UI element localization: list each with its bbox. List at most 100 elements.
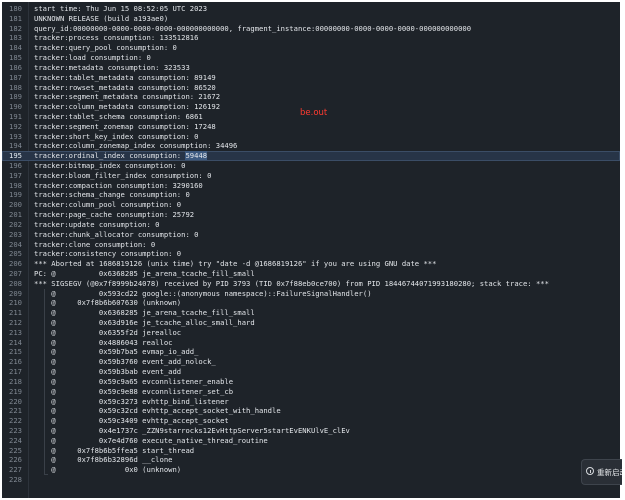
line-text: tracker:clone consumption: 0 bbox=[34, 240, 155, 250]
line-text: tracker:column_pool consumption: 0 bbox=[34, 200, 181, 210]
line-text-content: tracker:process consumption: 133512816 bbox=[34, 33, 199, 43]
code-line[interactable]: 181 UNKNOWN RELEASE (build a193ae0) bbox=[2, 14, 620, 24]
line-text: tracker:process consumption: 133512816 bbox=[34, 33, 198, 43]
line-number: 226 bbox=[9, 455, 22, 465]
code-line[interactable]: 194 tracker:column_zonemap_index consumpt… bbox=[2, 141, 620, 151]
line-text-content: tracker:page_cache consumption: 25792 bbox=[34, 210, 195, 220]
line-number: 218 bbox=[9, 376, 22, 386]
code-line[interactable]: 213 @ 0x6355f2d jerealloc bbox=[2, 328, 620, 338]
selected-text: 59448 bbox=[185, 151, 208, 161]
code-line[interactable]: 207 PC: @ 0x6368285 je_arena_tcache_fill_… bbox=[2, 269, 620, 279]
line-text-content: @ 0x6355f2d jerealloc bbox=[34, 327, 182, 337]
code-line[interactable]: 220 @ 0x59c3273 evhttp_bind_listener bbox=[2, 397, 620, 407]
line-text-content: tracker:bitmap_index consumption: 0 bbox=[34, 161, 186, 170]
code-line[interactable]: 199 tracker:schema_change consumption: 0 bbox=[2, 190, 620, 200]
line-text-content: @ 0x59b7ba5 evmap_io_add_ bbox=[34, 347, 199, 357]
line-text: tracker:metadata consumption: 323533 bbox=[34, 63, 190, 73]
log-editor[interactable]: 180 start time: Thu Jun 15 08:52:05 UTC 2… bbox=[2, 2, 620, 498]
code-line[interactable]: 197 tracker:bloom_filter_index consumptio… bbox=[2, 171, 620, 181]
code-line[interactable]: 227 @ 0x0 (unknown) bbox=[2, 465, 620, 475]
code-line[interactable]: 187 tracker:tablet_metadata consumption: … bbox=[2, 73, 620, 83]
code-line[interactable]: 222 @ 0x59c3409 evhttp_accept_socket bbox=[2, 416, 620, 426]
code-line[interactable]: 203 tracker:chunk_allocator consumption: … bbox=[2, 230, 620, 240]
code-line[interactable]: 180 start time: Thu Jun 15 08:52:05 UTC 2… bbox=[2, 4, 620, 14]
line-text: @ 0x59c9a65 evconnlistener_enable bbox=[34, 377, 233, 387]
line-text-content: UNKNOWN RELEASE (build a193ae0) bbox=[34, 13, 169, 23]
indent-guide-end bbox=[44, 474, 48, 475]
line-text-content: @ 0x59b3bab event_add bbox=[34, 367, 182, 377]
code-line[interactable]: 182 query_id:00000000-0000-0000-0000-0000… bbox=[2, 24, 620, 34]
line-text: tracker:load consumption: 0 bbox=[34, 53, 151, 63]
code-line[interactable]: 186 tracker:metadata consumption: 323533 bbox=[2, 63, 620, 73]
line-number: 201 bbox=[9, 210, 22, 220]
code-line[interactable]: 219 @ 0x59c9e88 evconnlistener_set_cb bbox=[2, 387, 620, 397]
line-text: tracker:tablet_schema consumption: 6861 bbox=[34, 112, 203, 122]
line-text-content: @ 0x6368285 je_arena_tcache_fill_small bbox=[34, 308, 255, 318]
line-text-content: tracker:short_key_index consumption: 0 bbox=[34, 131, 199, 141]
code-line[interactable]: 201 tracker:page_cache consumption: 25792 bbox=[2, 210, 620, 220]
code-line[interactable]: 188 tracker:rowset_metadata consumption: … bbox=[2, 83, 620, 93]
code-line[interactable]: 183 tracker:process consumption: 13351281… bbox=[2, 33, 620, 43]
code-line[interactable]: 214 @ 0x4886043 realloc bbox=[2, 338, 620, 348]
code-line[interactable]: 200 tracker:column_pool consumption: 0 bbox=[2, 200, 620, 210]
code-line[interactable]: 210 @ 0x7f8b6b607630 (unknown) bbox=[2, 298, 620, 308]
line-text-content: @ 0x7f8b6b5ffea5 start_thread bbox=[34, 445, 195, 455]
line-number: 186 bbox=[9, 62, 22, 72]
line-number: 208 bbox=[9, 278, 22, 288]
line-text-content: @ 0x4e1737c _ZZN9starrocks12EvHttpServer… bbox=[34, 425, 350, 435]
code-line[interactable]: 208 *** SIGSEGV (@0x7f8999b24078) receive… bbox=[2, 279, 620, 289]
line-text-content: @ 0x59c3273 evhttp_bind_listener bbox=[34, 396, 229, 406]
code-line[interactable]: 184 tracker:query_pool consumption: 0 bbox=[2, 43, 620, 53]
code-line[interactable]: 216 @ 0x59b3760 event_add_nolock_ bbox=[2, 357, 620, 367]
code-line[interactable]: 202 tracker:update consumption: 0 bbox=[2, 220, 620, 230]
line-number: 219 bbox=[9, 386, 22, 396]
code-line[interactable]: 206 *** Aborted at 1686819126 (unix time)… bbox=[2, 259, 620, 269]
code-line[interactable]: 212 @ 0x63d916e je_tcache_alloc_small_ha… bbox=[2, 318, 620, 328]
line-number: 205 bbox=[9, 249, 22, 259]
line-text-content: tracker:load consumption: 0 bbox=[34, 53, 151, 63]
code-line[interactable]: 209 @ 0x593cd22 google::(anonymous names… bbox=[2, 289, 620, 299]
restart-notification[interactable]: 重新启动 bbox=[581, 459, 622, 485]
code-line[interactable]: 193 tracker:short_key_index consumption: … bbox=[2, 132, 620, 142]
code-line[interactable]: 189 tracker:segment_metadata consumption:… bbox=[2, 92, 620, 102]
code-line[interactable]: 228 bbox=[2, 475, 620, 485]
line-text-content: tracker:clone consumption: 0 bbox=[34, 239, 156, 249]
code-lines: 180 start time: Thu Jun 15 08:52:05 UTC 2… bbox=[2, 4, 620, 485]
code-line[interactable]: 205 tracker:consistency consumption: 0 bbox=[2, 249, 620, 259]
code-line-active[interactable]: 195 tracker:ordinal_index consumption: 59… bbox=[2, 151, 620, 161]
code-line[interactable]: 185 tracker:load consumption: 0 bbox=[2, 53, 620, 63]
code-line[interactable]: 204 tracker:clone consumption: 0 bbox=[2, 240, 620, 250]
line-number: 198 bbox=[9, 180, 22, 190]
code-line[interactable]: 225 @ 0x7f8b6b5ffea5 start_thread bbox=[2, 446, 620, 456]
line-text: @ 0x7f8b6b32896d __clone bbox=[34, 455, 172, 465]
line-text-content: tracker:column_metadata consumption: 126… bbox=[34, 102, 221, 112]
line-text-content: @ 0x59c9a65 evconnlistener_enable bbox=[34, 376, 234, 386]
line-text: tracker:rowset_metadata consumption: 865… bbox=[34, 83, 216, 93]
code-line[interactable]: 211 @ 0x6368285 je_arena_tcache_fill_sma… bbox=[2, 308, 620, 318]
line-text-content: tracker:column_pool consumption: 0 bbox=[34, 200, 182, 210]
code-line[interactable]: 226 @ 0x7f8b6b32896d __clone bbox=[2, 455, 620, 465]
line-text-content: tracker:chunk_allocator consumption: 0 bbox=[34, 229, 199, 239]
code-line[interactable]: 221 @ 0x59c32cd evhttp_accept_socket_wit… bbox=[2, 406, 620, 416]
line-number: 212 bbox=[9, 318, 22, 327]
code-line[interactable]: 215 @ 0x59b7ba5 evmap_io_add_ bbox=[2, 347, 620, 357]
line-text: tracker:ordinal_index consumption: 59448 bbox=[34, 151, 208, 161]
line-text: tracker:short_key_index consumption: 0 bbox=[34, 132, 198, 142]
line-text-content: @ 0x63d916e je_tcache_alloc_small_hard bbox=[34, 318, 255, 327]
info-icon bbox=[586, 467, 594, 475]
code-line[interactable]: 223 @ 0x4e1737c _ZZN9starrocks12EvHttpSe… bbox=[2, 426, 620, 436]
line-text-content: tracker:compaction consumption: 3290160 bbox=[34, 180, 203, 190]
code-line[interactable]: 198 tracker:compaction consumption: 32901… bbox=[2, 181, 620, 191]
code-line[interactable]: 224 @ 0x7e4d760 execute_native_thread_ro… bbox=[2, 436, 620, 446]
code-line[interactable]: 217 @ 0x59b3bab event_add bbox=[2, 367, 620, 377]
line-text-content: *** SIGSEGV (@0x7f8999b24078) received b… bbox=[34, 278, 549, 288]
line-text-content: tracker:consistency consumption: 0 bbox=[34, 249, 182, 259]
code-line[interactable]: 192 tracker:segment_zonemap consumption: … bbox=[2, 122, 620, 132]
line-text-content: tracker:segment_metadata consumption: 21… bbox=[34, 92, 221, 102]
code-line[interactable]: 196 tracker:bitmap_index consumption: 0 bbox=[2, 161, 620, 171]
line-text: tracker:bloom_filter_index consumption: … bbox=[34, 171, 211, 181]
line-text-content: @ 0x7f8b6b607630 (unknown) bbox=[34, 298, 182, 308]
line-text-content: tracker:ordinal_index consumption: bbox=[34, 151, 186, 161]
line-text-content: tracker:schema_change consumption: 0 bbox=[34, 190, 190, 200]
code-line[interactable]: 218 @ 0x59c9a65 evconnlistener_enable bbox=[2, 377, 620, 387]
